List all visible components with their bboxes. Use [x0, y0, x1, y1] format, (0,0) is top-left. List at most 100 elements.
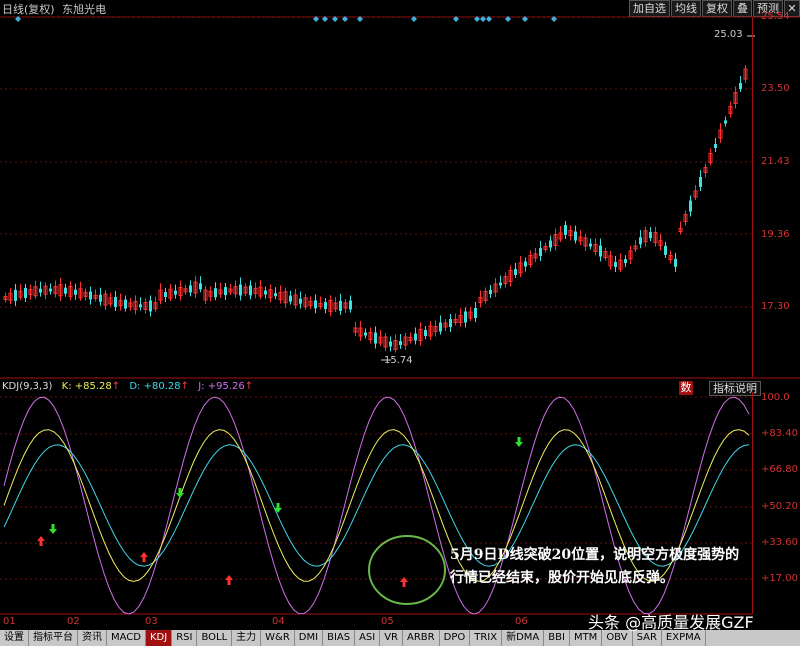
- candle-body: [414, 333, 417, 341]
- tab-arbr[interactable]: ARBR: [403, 630, 440, 646]
- tab-asi[interactable]: ASI: [355, 630, 381, 646]
- kdj-name: KDJ(9,3,3): [2, 381, 53, 392]
- candle-body: [249, 285, 252, 296]
- candle-body: [699, 177, 702, 187]
- d-up-arrow-icon: ↑: [180, 381, 190, 392]
- candle-body: [99, 294, 102, 302]
- candle-body: [49, 288, 52, 292]
- candle-body: [739, 83, 742, 89]
- candle-body: [274, 293, 277, 297]
- d-value: D: +80.28: [129, 381, 181, 392]
- candle-body: [639, 237, 642, 245]
- candle-body: [64, 287, 67, 294]
- kdj-tick: 100.0: [761, 392, 790, 403]
- watermark: 头条 @高质量发展GZF: [588, 613, 754, 632]
- candle-body: [649, 232, 652, 239]
- tab--[interactable]: 资讯: [78, 630, 107, 646]
- tab--[interactable]: 指标平台: [29, 630, 78, 646]
- number-button[interactable]: 数: [679, 381, 693, 395]
- candle-body: [474, 308, 477, 318]
- candle-body: [114, 297, 117, 308]
- tab-vr[interactable]: VR: [380, 630, 404, 646]
- month-label: 04: [272, 616, 285, 627]
- tab--[interactable]: 主力: [232, 630, 262, 646]
- candle-body: [564, 225, 567, 235]
- highlight-circle: [368, 535, 446, 605]
- candle-body: [724, 120, 727, 124]
- candle-body: [399, 341, 402, 345]
- candle-body: [214, 288, 217, 298]
- candle-body: [574, 231, 577, 241]
- candle-body: [39, 288, 42, 293]
- tab-rsi[interactable]: RSI: [172, 630, 198, 646]
- month-label: 01: [3, 616, 16, 627]
- tab-macd[interactable]: MACD: [107, 630, 146, 646]
- kdj-axis: 100.0 +83.40 +66.80 +50.20 +33.60 +17.00: [752, 392, 800, 614]
- buy-arrow-icon: [225, 575, 233, 585]
- candle-body: [174, 290, 177, 295]
- j-value: J: +95.26: [198, 381, 245, 392]
- sell-arrow-icon: [274, 503, 282, 513]
- candle-body: [614, 261, 617, 267]
- kdj-tick: +17.00: [761, 573, 799, 584]
- candle-body: [89, 291, 92, 300]
- tab-dmi[interactable]: DMI: [295, 630, 324, 646]
- high-price-label: 25.03: [714, 29, 743, 40]
- tab--[interactable]: 设置: [0, 630, 29, 646]
- price-tick: 21.43: [761, 156, 790, 167]
- price-tick: 17.30: [761, 301, 790, 312]
- sell-arrow-icon: [515, 437, 523, 447]
- candle-body: [464, 311, 467, 323]
- kdj-tick: +66.80: [761, 464, 799, 475]
- k-up-arrow-icon: ↑: [111, 381, 121, 392]
- candle-body: [149, 300, 152, 312]
- candle-body: [439, 322, 442, 332]
- low-price-label: 15.74: [384, 355, 413, 366]
- candle-body: [624, 259, 627, 264]
- candle-body: [449, 319, 452, 327]
- tab--dma[interactable]: 新DMA: [502, 630, 545, 646]
- candle-body: [599, 245, 602, 257]
- candle-body: [24, 288, 27, 299]
- month-label: 06: [515, 616, 528, 627]
- candle-body: [74, 289, 77, 295]
- tab-boll[interactable]: BOLL: [197, 630, 233, 646]
- candle-body: [549, 240, 552, 248]
- buy-arrow-icon: [37, 536, 45, 546]
- candle-body: [14, 289, 17, 301]
- candle-body: [374, 332, 377, 344]
- candle-body: [189, 285, 192, 293]
- tab-bbi[interactable]: BBI: [544, 630, 570, 646]
- candle-body: [239, 284, 242, 296]
- buy-arrow-icon: [140, 552, 148, 562]
- kdj-tick: +33.60: [761, 537, 799, 548]
- tab-bias[interactable]: BIAS: [323, 630, 356, 646]
- candle-body: [514, 269, 517, 275]
- candle-body: [139, 304, 142, 308]
- candle-body: [299, 298, 302, 304]
- candle-body: [664, 245, 667, 255]
- candle-body: [314, 300, 317, 309]
- annotation-text: 5月9日D线突破20位置，说明空方极度强势的行情已经结束，股价开始见底反弹。: [450, 547, 740, 586]
- candle-body: [589, 243, 592, 247]
- tab-kdj[interactable]: KDJ: [145, 630, 173, 646]
- candle-body: [324, 302, 327, 310]
- candle-body: [364, 332, 367, 336]
- month-label: 03: [145, 616, 158, 627]
- candle-body: [199, 283, 202, 290]
- candle-body: [689, 200, 692, 212]
- candle-body: [349, 300, 352, 310]
- kdj-tick: +50.20: [761, 501, 799, 512]
- candle-body: [124, 299, 127, 309]
- candle-body: [339, 300, 342, 311]
- tab-w-r[interactable]: W&R: [261, 630, 295, 646]
- kdj-legend: KDJ(9,3,3) K: +85.28↑ D: +80.28↑ J: +95.…: [2, 381, 259, 392]
- price-tick: 19.36: [761, 229, 790, 240]
- tab-dpo[interactable]: DPO: [440, 630, 471, 646]
- j-up-arrow-icon: ↑: [244, 381, 254, 392]
- candle-body: [264, 290, 267, 295]
- candle-body: [289, 295, 292, 302]
- sell-arrow-icon: [49, 524, 57, 534]
- tab-trix[interactable]: TRIX: [470, 630, 503, 646]
- price-axis: 25.54 23.50 21.43 19.36 17.30: [752, 11, 800, 377]
